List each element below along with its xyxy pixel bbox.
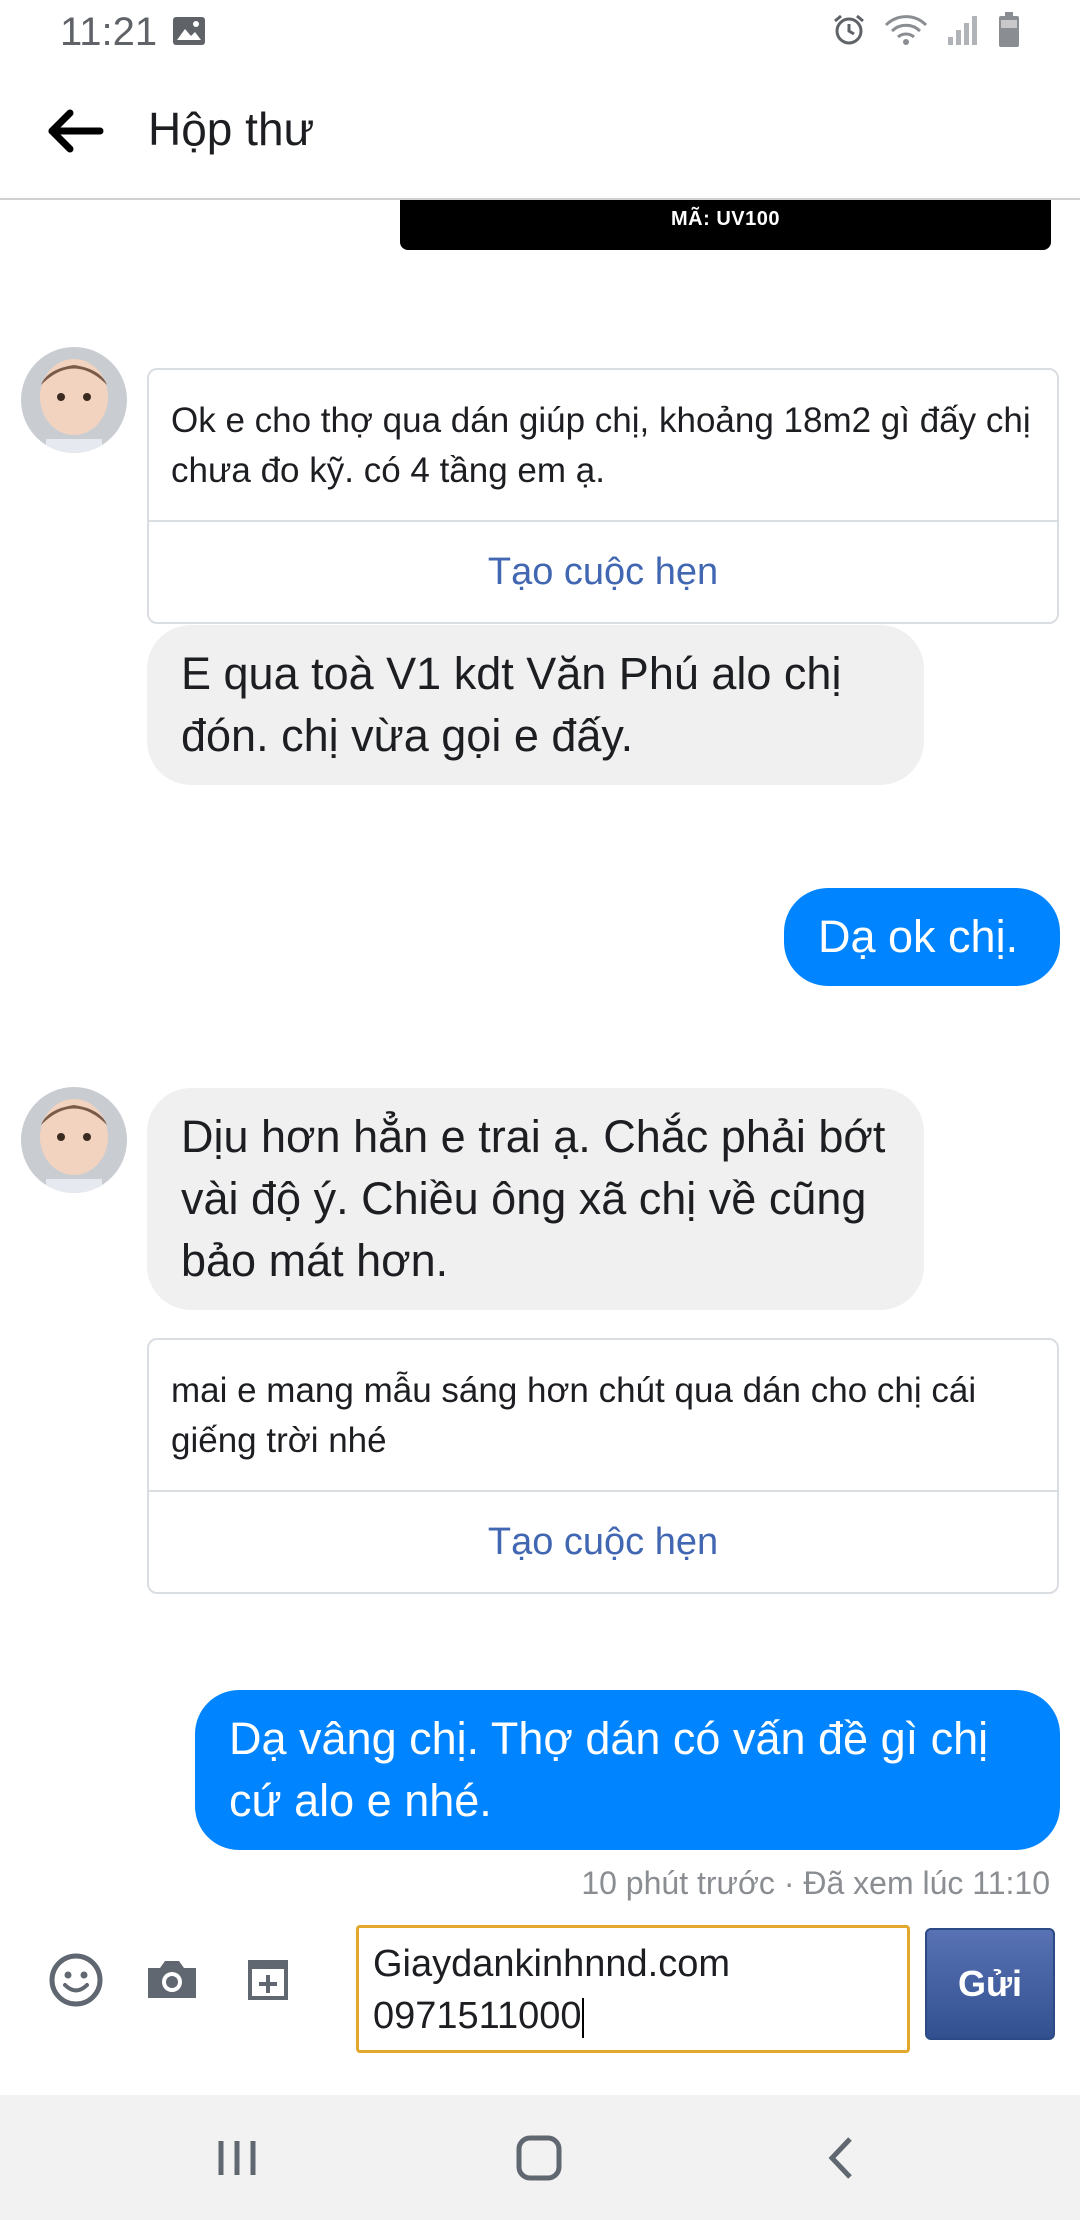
status-time: 11:21 xyxy=(60,10,158,54)
seen-status: 10 phút trước · Đã xem lúc 11:10 xyxy=(581,1865,1050,1901)
message-thread[interactable]: MÃ: UV100 Ok e cho thợ qua dán giúp chị,… xyxy=(0,200,1080,1920)
back-nav-icon[interactable] xyxy=(812,2133,872,2183)
message-input[interactable]: Giaydankinhnnd.com 0971511000 xyxy=(356,1925,910,2053)
recent-apps-icon[interactable] xyxy=(207,2133,267,2183)
outgoing-message: Dạ ok chị. xyxy=(784,888,1060,986)
input-line-1: Giaydankinhnnd.com xyxy=(373,1943,730,1985)
incoming-message: E qua toà V1 kdt Văn Phú alo chị đón. ch… xyxy=(147,625,924,785)
battery-icon xyxy=(999,12,1019,47)
input-line-2: 0971511000 xyxy=(373,1995,582,2037)
signal-icon xyxy=(948,16,977,45)
text-caret xyxy=(581,1997,584,2038)
create-appointment-button[interactable]: Tạo cuộc hẹn xyxy=(149,1492,1057,1592)
message-card: mai e mang mẫu sáng hơn chút qua dán cho… xyxy=(147,1338,1059,1594)
system-nav-bar xyxy=(0,2095,1080,2220)
message-composer: Giaydankinhnnd.com 0971511000 Gửi xyxy=(0,1920,1080,2095)
avatar[interactable] xyxy=(21,1087,127,1193)
incoming-message: Dịu hơn hẳn e trai ạ. Chắc phải bớt vài … xyxy=(147,1088,924,1310)
home-icon[interactable] xyxy=(509,2133,569,2183)
avatar[interactable] xyxy=(21,347,127,453)
wifi-icon xyxy=(884,15,928,45)
image-caption: MÃ: UV100 xyxy=(671,208,780,230)
outgoing-message: Dạ vâng chị. Thợ dán có vấn đề gì chị cứ… xyxy=(195,1690,1060,1850)
status-bar: 11:21 xyxy=(0,0,1080,64)
send-button[interactable]: Gửi xyxy=(925,1928,1055,2040)
product-image[interactable]: MÃ: UV100 xyxy=(400,200,1051,250)
camera-icon[interactable] xyxy=(142,1950,202,2010)
app-header: Hộp thư xyxy=(0,64,1080,200)
message-text: Ok e cho thợ qua dán giúp chị, khoảng 18… xyxy=(149,370,1057,522)
arrow-left-icon[interactable] xyxy=(40,106,110,156)
image-notification-icon xyxy=(173,17,205,45)
message-text: mai e mang mẫu sáng hơn chút qua dán cho… xyxy=(149,1340,1057,1492)
alarm-icon xyxy=(834,14,864,45)
page-title: Hộp thư xyxy=(148,103,315,155)
add-attachment-icon[interactable] xyxy=(238,1950,298,2010)
message-card: Ok e cho thợ qua dán giúp chị, khoảng 18… xyxy=(147,368,1059,624)
emoji-icon[interactable] xyxy=(46,1950,106,2010)
create-appointment-button[interactable]: Tạo cuộc hẹn xyxy=(149,522,1057,622)
